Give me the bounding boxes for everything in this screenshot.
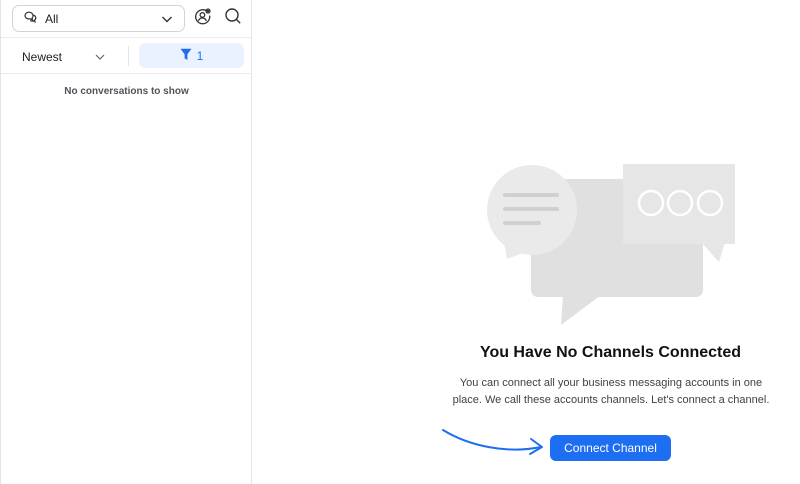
sidebar-header: All (1, 0, 252, 38)
main-panel: You Have No Channels Connected You can c… (253, 0, 800, 484)
curved-arrow-icon (442, 429, 543, 455)
conversation-sidebar: All Newest 1 No conversations to show (0, 0, 252, 484)
chat-bubbles-illustration (485, 162, 737, 332)
empty-conversations-message: No conversations to show (64, 86, 189, 97)
sort-filter-bar: Newest 1 (1, 38, 252, 74)
empty-state-description: You can connect all your business messag… (452, 377, 770, 406)
app-window: All Newest 1 No conversations to show Yo… (0, 0, 800, 484)
inbox-filter-value: All (45, 11, 59, 26)
connect-channel-button[interactable]: Connect Channel (550, 435, 671, 461)
chevron-down-icon (160, 12, 174, 29)
sort-dropdown[interactable]: Newest (22, 48, 112, 66)
chevron-down-icon (94, 51, 106, 66)
agent-settings-button[interactable] (193, 7, 213, 30)
search-button[interactable] (223, 7, 243, 30)
funnel-icon (180, 48, 192, 64)
filter-count: 1 (196, 48, 204, 63)
vertical-divider (128, 46, 129, 66)
active-filters-button[interactable]: 1 (139, 43, 244, 68)
empty-state-title: You Have No Channels Connected (479, 344, 742, 361)
user-gear-icon (194, 7, 212, 30)
chat-bubbles-icon (23, 10, 37, 27)
inbox-filter-dropdown[interactable]: All (12, 5, 185, 32)
sort-value: Newest (22, 50, 63, 64)
search-icon (224, 7, 242, 30)
